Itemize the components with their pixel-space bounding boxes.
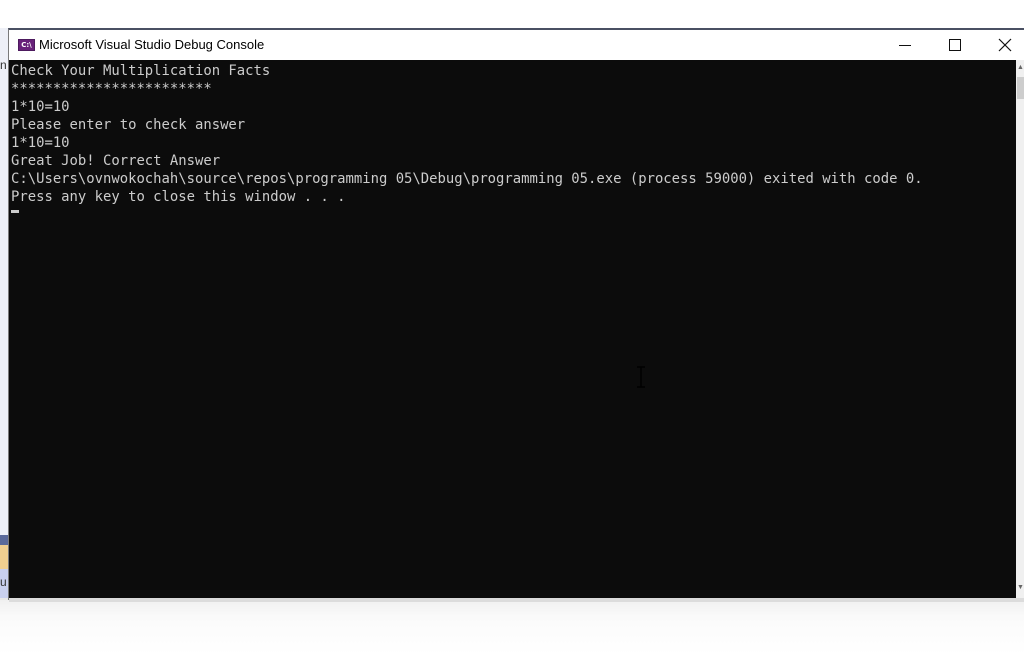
maximize-button[interactable] bbox=[931, 30, 979, 60]
window-bottom-border bbox=[9, 598, 1024, 602]
window-title: Microsoft Visual Studio Debug Console bbox=[39, 37, 265, 52]
console-line: Press any key to close this window . . . bbox=[11, 189, 346, 205]
console-line: 1*10=10 bbox=[11, 99, 70, 115]
close-icon bbox=[998, 38, 1012, 52]
ide-bottom-area bbox=[0, 600, 1024, 655]
scrollbar-thumb[interactable] bbox=[1017, 77, 1024, 99]
console-line: Check Your Multiplication Facts bbox=[11, 63, 271, 79]
ibeam-mouse-pointer-icon bbox=[637, 366, 645, 388]
console-line: C:\Users\ovnwokochah\source\repos\progra… bbox=[11, 171, 923, 187]
minimize-button[interactable] bbox=[881, 30, 929, 60]
ide-text-fragment: n bbox=[0, 58, 7, 72]
console-output[interactable]: Check Your Multiplication Facts ********… bbox=[9, 60, 1016, 598]
vertical-scrollbar[interactable]: ▲ ▼ bbox=[1016, 60, 1024, 598]
console-line: 1*10=10 bbox=[11, 135, 70, 151]
console-line: ************************ bbox=[11, 81, 212, 97]
maximize-icon bbox=[949, 39, 961, 51]
console-line: Please enter to check answer bbox=[11, 117, 246, 133]
scroll-down-arrow-icon[interactable]: ▼ bbox=[1016, 582, 1024, 594]
debug-console-window: C:\ Microsoft Visual Studio Debug Consol… bbox=[8, 28, 1024, 602]
title-bar[interactable]: C:\ Microsoft Visual Studio Debug Consol… bbox=[9, 30, 1024, 60]
ide-text-fragment: u bbox=[0, 575, 7, 589]
close-button[interactable] bbox=[981, 30, 1024, 60]
text-cursor bbox=[11, 210, 19, 213]
console-line: Great Job! Correct Answer bbox=[11, 153, 221, 169]
minimize-icon bbox=[899, 44, 911, 46]
scroll-up-arrow-icon[interactable]: ▲ bbox=[1016, 62, 1024, 74]
console-app-icon: C:\ bbox=[18, 39, 35, 51]
